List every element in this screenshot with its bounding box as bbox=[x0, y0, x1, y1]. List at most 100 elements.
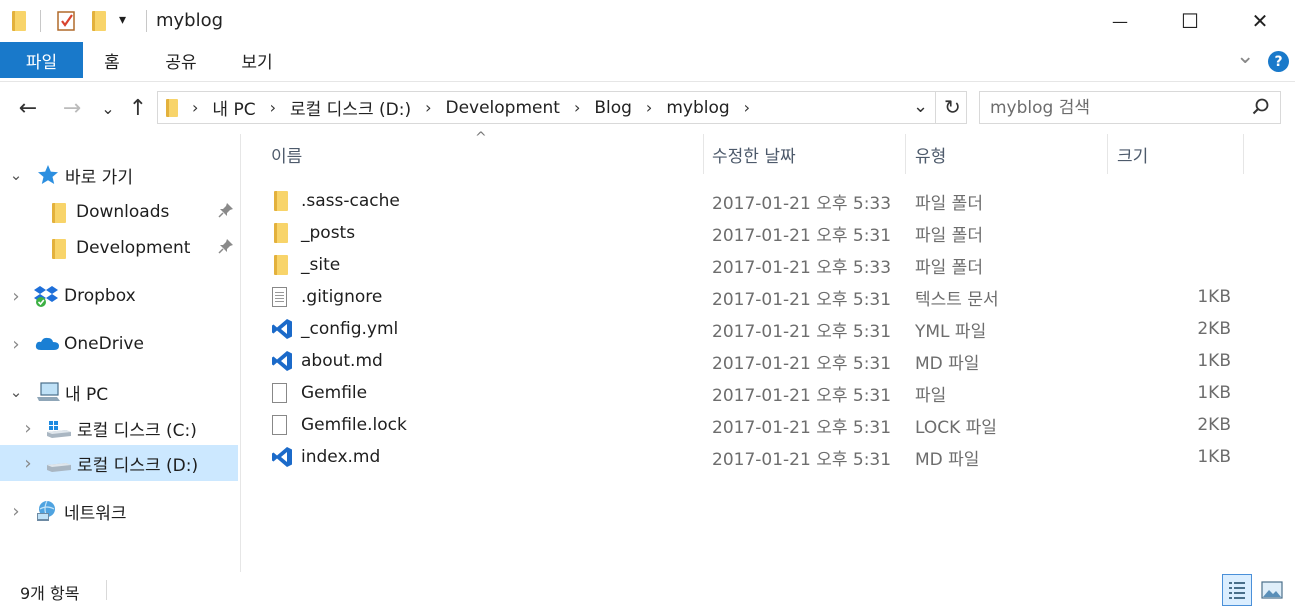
chevron-right-icon[interactable]: › bbox=[20, 418, 36, 439]
file-row[interactable]: Gemfile 2017-01-21 오후 5:31 파일 1KB bbox=[241, 377, 1295, 409]
column-header-type[interactable]: 유형 bbox=[915, 134, 1105, 174]
file-date: 2017-01-21 오후 5:31 bbox=[712, 225, 892, 246]
sidebar-item-quick-access[interactable]: ⌄ 바로 가기 bbox=[0, 158, 238, 192]
up-button[interactable]: ↑ bbox=[124, 94, 152, 122]
file-name[interactable]: _posts bbox=[301, 223, 355, 243]
column-divider[interactable] bbox=[703, 134, 704, 174]
breadcrumb-separator[interactable]: › bbox=[192, 98, 198, 117]
file-name[interactable]: _site bbox=[301, 255, 340, 275]
drive-icon bbox=[47, 420, 71, 443]
sidebar-item-network[interactable]: › 네트워크 bbox=[0, 494, 238, 528]
column-divider[interactable] bbox=[1243, 134, 1244, 174]
file-name[interactable]: about.md bbox=[301, 351, 383, 371]
address-dropdown-icon[interactable]: ⌄ bbox=[913, 96, 928, 117]
file-date: 2017-01-21 오후 5:31 bbox=[712, 353, 892, 374]
column-divider[interactable] bbox=[1107, 134, 1108, 174]
sidebar-item-dropbox[interactable]: › Dropbox bbox=[0, 279, 238, 313]
breadcrumb-this-pc[interactable]: 내 PC bbox=[212, 95, 255, 120]
file-name[interactable]: Gemfile bbox=[301, 383, 367, 403]
ribbon: 파일 홈 공유 보기 ⌄ ? bbox=[0, 42, 1295, 82]
file-name[interactable]: index.md bbox=[301, 447, 380, 467]
back-arrow-icon: ← bbox=[18, 95, 38, 121]
breadcrumb-blog[interactable]: Blog bbox=[594, 98, 632, 118]
tab-view[interactable]: 보기 bbox=[231, 42, 283, 78]
sidebar-item-local-disk-c[interactable]: › 로컬 디스크 (C:) bbox=[0, 411, 238, 445]
chevron-right-icon[interactable]: › bbox=[8, 501, 24, 522]
sidebar-item-label: 바로 가기 bbox=[65, 167, 133, 188]
file-row[interactable]: _posts 2017-01-21 오후 5:31 파일 폴더 bbox=[241, 217, 1295, 249]
column-header-size[interactable]: 크기 bbox=[1117, 134, 1237, 174]
column-headers: ^ 이름 수정한 날짜 유형 크기 bbox=[241, 130, 1295, 174]
large-icons-view-button[interactable] bbox=[1257, 574, 1287, 606]
refresh-icon[interactable]: ↻ bbox=[944, 95, 961, 119]
file-size: 1KB bbox=[1197, 383, 1231, 403]
sidebar-item-this-pc[interactable]: ⌄ 내 PC bbox=[0, 375, 238, 409]
file-row[interactable]: Gemfile.lock 2017-01-21 오후 5:31 LOCK 파일 … bbox=[241, 409, 1295, 441]
search-icon[interactable] bbox=[1252, 98, 1270, 121]
properties-checklist-icon[interactable] bbox=[57, 10, 77, 37]
file-row[interactable]: about.md 2017-01-21 오후 5:31 MD 파일 1KB bbox=[241, 345, 1295, 377]
file-name[interactable]: .gitignore bbox=[301, 287, 382, 307]
sidebar-item-development[interactable]: Development bbox=[0, 231, 238, 265]
breadcrumb-separator[interactable]: › bbox=[270, 98, 276, 117]
file-type: MD 파일 bbox=[915, 449, 980, 470]
file-name[interactable]: _config.yml bbox=[301, 319, 398, 339]
maximize-button[interactable]: ☐ bbox=[1155, 0, 1225, 42]
file-row[interactable]: _config.yml 2017-01-21 오후 5:31 YML 파일 2K… bbox=[241, 313, 1295, 345]
chevron-right-icon[interactable]: › bbox=[8, 334, 24, 355]
tab-home[interactable]: 홈 bbox=[90, 42, 134, 78]
search-input[interactable] bbox=[990, 92, 1250, 123]
search-box[interactable] bbox=[979, 91, 1281, 124]
tab-file[interactable]: 파일 bbox=[0, 42, 83, 78]
forward-button[interactable]: → bbox=[58, 94, 86, 122]
cloud-icon bbox=[35, 336, 60, 356]
sidebar-item-label: 로컬 디스크 (C:) bbox=[77, 420, 197, 441]
column-header-date[interactable]: 수정한 날짜 bbox=[712, 134, 902, 174]
expand-ribbon-icon[interactable]: ⌄ bbox=[1236, 44, 1254, 69]
file-type: LOCK 파일 bbox=[915, 417, 997, 438]
chevron-right-icon[interactable]: › bbox=[8, 286, 24, 307]
chevron-down-icon[interactable]: ⌄ bbox=[8, 166, 24, 184]
file-row[interactable]: .sass-cache 2017-01-21 오후 5:33 파일 폴더 bbox=[241, 185, 1295, 217]
file-name[interactable]: Gemfile.lock bbox=[301, 415, 407, 435]
up-arrow-icon: ↑ bbox=[128, 95, 148, 121]
close-button[interactable]: ✕ bbox=[1225, 0, 1295, 42]
column-header-name[interactable]: 이름 bbox=[271, 134, 701, 174]
breadcrumb-development[interactable]: Development bbox=[445, 98, 559, 118]
back-button[interactable]: ← bbox=[14, 94, 42, 122]
sidebar-item-onedrive[interactable]: › OneDrive bbox=[0, 327, 238, 361]
folder-icon bbox=[274, 255, 288, 280]
customize-quick-access-icon[interactable]: ▾ bbox=[119, 12, 126, 28]
breadcrumb-separator[interactable]: › bbox=[646, 98, 652, 117]
close-icon: ✕ bbox=[1251, 9, 1269, 33]
breadcrumb-separator[interactable]: › bbox=[744, 98, 750, 117]
sidebar-item-label: Dropbox bbox=[64, 286, 136, 306]
column-divider[interactable] bbox=[905, 134, 906, 174]
recent-locations-button[interactable]: ⌄ bbox=[94, 94, 122, 122]
breadcrumb-separator[interactable]: › bbox=[574, 98, 580, 117]
minimize-button[interactable]: — bbox=[1085, 0, 1155, 42]
computer-icon bbox=[36, 382, 60, 407]
file-name[interactable]: .sass-cache bbox=[301, 191, 400, 211]
chevron-right-icon[interactable]: › bbox=[20, 453, 36, 474]
sidebar-item-downloads[interactable]: Downloads bbox=[0, 195, 238, 229]
chevron-down-icon[interactable]: ⌄ bbox=[8, 383, 24, 401]
file-date: 2017-01-21 오후 5:31 bbox=[712, 385, 892, 406]
navigation-bar: ← → ⌄ ↑ › 내 PC › 로컬 디스크 (D:) › Developme… bbox=[0, 82, 1295, 134]
sidebar-item-local-disk-d[interactable]: › 로컬 디스크 (D:) bbox=[0, 445, 238, 481]
breadcrumb-local-disk-d[interactable]: 로컬 디스크 (D:) bbox=[290, 95, 411, 120]
star-icon bbox=[37, 164, 59, 190]
details-view-button[interactable] bbox=[1222, 574, 1252, 606]
file-size: 2KB bbox=[1197, 415, 1231, 435]
help-icon[interactable]: ? bbox=[1268, 51, 1289, 72]
address-bar[interactable]: › 내 PC › 로컬 디스크 (D:) › Development › Blo… bbox=[157, 91, 967, 124]
breadcrumb-separator[interactable]: › bbox=[425, 98, 431, 117]
folder-icon[interactable] bbox=[12, 11, 26, 36]
breadcrumb-myblog[interactable]: myblog bbox=[666, 98, 729, 118]
file-row[interactable]: .gitignore 2017-01-21 오후 5:31 텍스트 문서 1KB bbox=[241, 281, 1295, 313]
new-folder-icon[interactable] bbox=[92, 11, 106, 36]
tab-share[interactable]: 공유 bbox=[155, 42, 207, 78]
file-row[interactable]: index.md 2017-01-21 오후 5:31 MD 파일 1KB bbox=[241, 441, 1295, 473]
file-row[interactable]: _site 2017-01-21 오후 5:33 파일 폴더 bbox=[241, 249, 1295, 281]
vscode-icon bbox=[271, 318, 293, 345]
